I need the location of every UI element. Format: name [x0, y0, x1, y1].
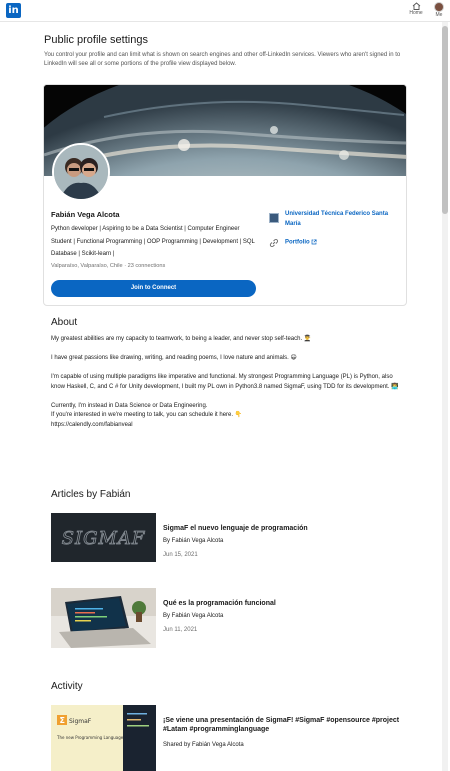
- article-thumbnail[interactable]: [51, 588, 156, 648]
- global-nav: in Home Me: [0, 0, 450, 22]
- article-date: Jun 15, 2021: [163, 552, 198, 558]
- activity-item[interactable]: Σ SigmaF The new Programming Language ¡S…: [51, 705, 411, 771]
- article-thumbnail[interactable]: SIGMAF: [51, 513, 156, 573]
- article-author: By Fabián Vega Alcota: [163, 613, 224, 619]
- me-avatar: [434, 2, 444, 12]
- article-title[interactable]: SigmaF el nuevo lenguaje de programación: [163, 524, 403, 533]
- portfolio-label[interactable]: Portfolio: [285, 239, 317, 246]
- connections-count: 23 connections: [127, 263, 166, 269]
- join-to-connect-button[interactable]: Join to Connect: [51, 280, 256, 297]
- article-title[interactable]: Qué es la programación funcional: [163, 599, 403, 608]
- nav-me[interactable]: Me: [432, 2, 446, 18]
- university-logo-icon: [269, 213, 279, 223]
- about-title: About: [51, 317, 78, 328]
- activity-title-text[interactable]: ¡Se viene una presentación de SigmaF! #S…: [163, 716, 403, 734]
- calendly-link: https://calendly.com/fabianveal: [51, 421, 133, 428]
- activity-title: Activity: [51, 681, 83, 692]
- home-icon: [412, 2, 420, 10]
- link-icon: [269, 238, 279, 248]
- about-paragraph: My greatest abilities are my capacity to…: [51, 336, 312, 342]
- profile-headline: Python developer | Aspiring to be a Data…: [51, 226, 255, 257]
- scrollbar-thumb[interactable]: [442, 26, 448, 214]
- profile-card: Fabián Vega Alcota Python developer | As…: [43, 84, 407, 306]
- nav-home[interactable]: Home: [406, 2, 426, 16]
- me-label: Me: [435, 12, 443, 18]
- about-paragraph: If you're interested in we're meeting to…: [51, 412, 243, 418]
- article-item[interactable]: Qué es la programación funcional By Fabi…: [51, 588, 411, 648]
- article-thumb-text: SIGMAF: [62, 528, 146, 549]
- activity-author: Shared by Fabián Vega Alcota: [163, 742, 244, 748]
- activity-thumb-caption: The new Programming Language: [56, 735, 124, 740]
- about-paragraph: I'm capable of using multiple paradigms …: [51, 374, 399, 390]
- article-item[interactable]: SIGMAF SigmaF el nuevo lenguaje de progr…: [51, 513, 411, 573]
- profile-photo: [52, 143, 110, 201]
- about-body: My greatest abilities are my capacity to…: [51, 335, 401, 430]
- public-profile-settings: Public profile settings You control your…: [44, 34, 414, 69]
- svg-text:Σ: Σ: [60, 716, 65, 725]
- education-name[interactable]: Universidad Técnica Federico Santa María: [285, 209, 395, 229]
- activity-thumbnail[interactable]: Σ SigmaF The new Programming Language: [51, 705, 156, 771]
- profile-location: Valparaíso, Valparaíso, Chile: [51, 263, 123, 269]
- home-label: Home: [409, 10, 423, 16]
- about-paragraph: Currently, I'm instead in Data Science o…: [51, 402, 208, 409]
- activity-thumb-brand: SigmaF: [69, 718, 92, 725]
- article-date: Jun 11, 2021: [163, 627, 198, 633]
- profile-location-line: Valparaíso, Valparaíso, Chile · 23 conne…: [51, 263, 165, 269]
- articles-title: Articles by Fabián: [51, 489, 131, 500]
- page-title: Public profile settings: [44, 34, 148, 46]
- article-author: By Fabián Vega Alcota: [163, 538, 224, 544]
- settings-description: You control your profile and can limit w…: [44, 52, 401, 67]
- profile-name: Fabián Vega Alcota: [51, 210, 120, 219]
- external-link-icon: [311, 239, 317, 245]
- about-paragraph: I have great passions like drawing, writ…: [51, 355, 297, 361]
- linkedin-logo[interactable]: in: [6, 3, 21, 18]
